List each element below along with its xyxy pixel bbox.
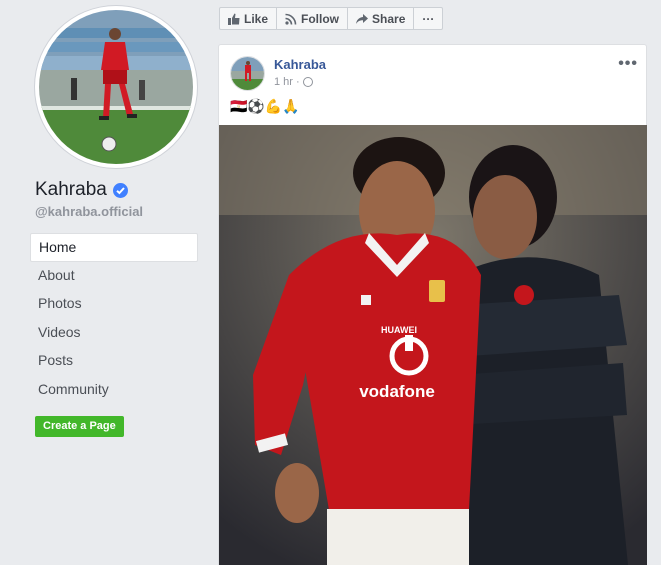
post-author-avatar[interactable] [230, 56, 265, 91]
share-button[interactable]: Share [348, 8, 415, 29]
more-options-button[interactable]: ··· [414, 8, 442, 29]
sidebar-item-videos[interactable]: Videos [30, 319, 198, 348]
more-dots-icon: ··· [422, 11, 435, 26]
page-name-text: Kahraba [35, 179, 107, 200]
sidebar-item-home[interactable]: Home [30, 233, 198, 262]
profile-picture[interactable] [35, 6, 197, 168]
post-card: Kahraba 1 hr · ••• 🇪🇬⚽💪🙏 HUAWEI vodafone [218, 44, 647, 565]
page-action-bar: Like Follow Share ··· [219, 7, 444, 30]
page-handle[interactable]: @kahraba.official [35, 204, 143, 219]
profile-photo [39, 10, 193, 164]
globe-icon [302, 77, 313, 87]
sidebar-item-community[interactable]: Community [30, 376, 198, 405]
avatar [39, 10, 193, 164]
post-text: 🇪🇬⚽💪🙏 [230, 98, 300, 114]
post-time: 1 hr · [274, 76, 300, 88]
create-page-button[interactable]: Create a Page [35, 416, 124, 437]
left-sidebar: Kahraba @kahraba.official Home About Pho… [0, 0, 208, 565]
share-arrow-icon [356, 13, 369, 25]
sidebar-nav: Home About Photos Videos Posts Community [30, 233, 198, 405]
verified-badge-icon [112, 182, 128, 198]
post-author-name[interactable]: Kahraba [274, 57, 326, 72]
post-photo-image: HUAWEI vodafone [219, 125, 647, 565]
post-options-button[interactable]: ••• [618, 55, 638, 73]
post-avatar-photo [231, 57, 264, 90]
follow-button[interactable]: Follow [277, 8, 349, 29]
sidebar-item-photos[interactable]: Photos [30, 290, 198, 319]
like-button[interactable]: Like [220, 8, 278, 29]
jersey-brand-text: HUAWEI [381, 325, 417, 335]
page-title[interactable]: Kahraba [35, 179, 128, 201]
follow-label: Follow [301, 11, 340, 26]
sidebar-item-about[interactable]: About [30, 262, 198, 291]
share-label: Share [372, 11, 406, 26]
like-label: Like [244, 11, 269, 26]
thumbs-up-icon [228, 13, 240, 25]
rss-icon [285, 13, 297, 25]
sidebar-item-posts[interactable]: Posts [30, 347, 198, 376]
post-photo[interactable]: HUAWEI vodafone [219, 125, 647, 565]
jersey-sponsor-text: vodafone [359, 382, 435, 401]
post-timestamp[interactable]: 1 hr · [274, 76, 313, 88]
